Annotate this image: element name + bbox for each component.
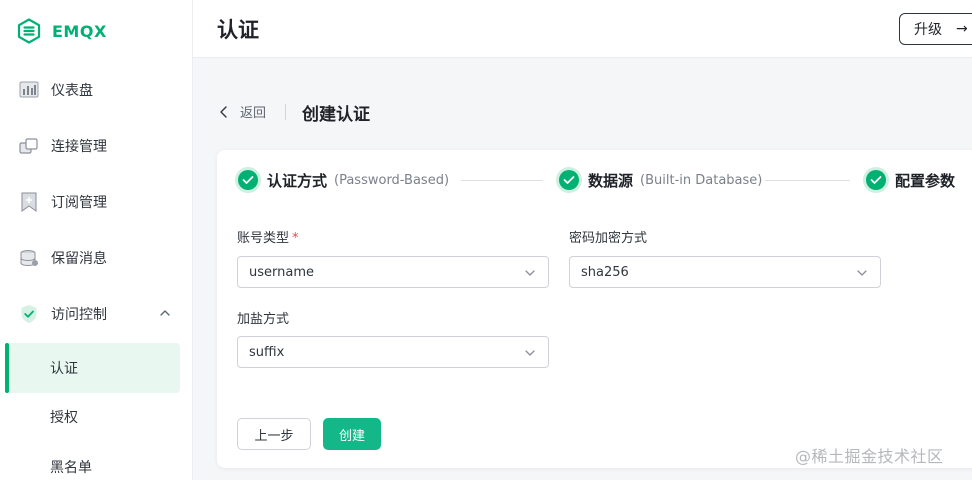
sidebar-subitem-label: 认证 <box>50 361 78 377</box>
step-auth-method: 认证方式 (Password-Based) <box>235 165 449 195</box>
sidebar-item-label: 订阅管理 <box>51 195 107 211</box>
sidebar-item-dashboard[interactable]: 仪表盘 <box>0 65 192 115</box>
chevron-down-icon <box>857 270 867 276</box>
sidebar-item-label: 保留消息 <box>51 251 107 267</box>
sidebar-item-access-control[interactable]: 访问控制 <box>0 289 192 339</box>
brand-name: EMQX <box>52 21 107 41</box>
step-connector <box>765 180 850 181</box>
step-connector <box>461 180 543 181</box>
step-title: 数据源 <box>588 171 634 190</box>
page-title: 认证 <box>217 18 259 42</box>
sidebar-subitem-authorization[interactable]: 授权 <box>5 392 180 442</box>
arrow-right-icon: → <box>956 21 968 37</box>
retained-messages-icon <box>19 248 39 268</box>
emqx-logo-icon <box>17 18 41 44</box>
sidebar-item-retained-messages[interactable]: 保留消息 <box>0 233 192 283</box>
back-label: 返回 <box>240 106 267 121</box>
sidebar-subitem-authentication[interactable]: 认证 <box>5 343 180 393</box>
step-done-icon <box>235 167 261 193</box>
active-indicator <box>5 343 9 393</box>
access-control-icon <box>19 304 39 324</box>
sidebar-subitem-label: 黑名单 <box>50 460 92 476</box>
brand[interactable]: EMQX <box>16 16 107 46</box>
upgrade-label: 升级 <box>914 22 942 38</box>
page-header: 认证 升级 → <box>193 0 972 58</box>
subscriptions-icon <box>19 192 39 212</box>
salt-position-value: suffix <box>249 344 285 360</box>
password-hash-label: 密码加密方式 <box>569 231 648 246</box>
account-type-select[interactable]: username <box>237 256 549 288</box>
password-hash-value: sha256 <box>581 264 629 280</box>
sidebar-item-subscriptions[interactable]: 订阅管理 <box>0 177 192 227</box>
sidebar-item-label: 连接管理 <box>51 139 107 155</box>
create-auth-card: 认证方式 (Password-Based) 数据源 (Built-in Data… <box>217 150 972 468</box>
step-subtitle: (Password-Based) <box>334 172 450 188</box>
step-done-icon <box>863 167 889 193</box>
sidebar: EMQX 仪表盘 连接管理 订阅管理 保留消息 访问控制 认证 授权 黑名单 <box>0 0 193 480</box>
required-mark: * <box>292 231 299 246</box>
sidebar-item-connections[interactable]: 连接管理 <box>0 121 192 171</box>
breadcrumb-divider <box>285 104 286 120</box>
chevron-up-icon[interactable] <box>158 306 172 320</box>
create-button[interactable]: 创建 <box>323 418 381 450</box>
step-data-source: 数据源 (Built-in Database) <box>556 165 762 195</box>
prev-step-button[interactable]: 上一步 <box>237 418 311 450</box>
step-subtitle: (Built-in Database) <box>640 172 763 188</box>
step-config-params: 配置参数 <box>863 165 955 195</box>
account-type-label: 账号类型 * <box>237 227 299 246</box>
step-title: 配置参数 <box>895 171 956 190</box>
step-title: 认证方式 <box>267 171 328 190</box>
watermark: @稀土掘金技术社区 <box>795 447 944 466</box>
password-hash-select[interactable]: sha256 <box>569 256 881 288</box>
salt-position-select[interactable]: suffix <box>237 336 549 368</box>
dashboard-icon <box>19 80 39 100</box>
chevron-down-icon <box>525 270 535 276</box>
upgrade-button[interactable]: 升级 → <box>899 13 972 45</box>
step-done-icon <box>556 167 582 193</box>
back-link[interactable]: 返回 <box>218 102 266 121</box>
sidebar-item-label: 仪表盘 <box>51 83 93 99</box>
breadcrumb-title: 创建认证 <box>302 105 370 125</box>
account-type-label-text: 账号类型 <box>237 231 290 246</box>
chevron-left-icon <box>220 105 227 118</box>
chevron-down-icon <box>525 350 535 356</box>
sidebar-item-label: 访问控制 <box>51 307 107 323</box>
connections-icon <box>19 136 39 156</box>
sidebar-subitem-label: 授权 <box>50 410 78 426</box>
salt-position-label: 加盐方式 <box>237 312 290 327</box>
sidebar-subitem-blacklist[interactable]: 黑名单 <box>5 442 180 480</box>
account-type-value: username <box>249 264 314 280</box>
